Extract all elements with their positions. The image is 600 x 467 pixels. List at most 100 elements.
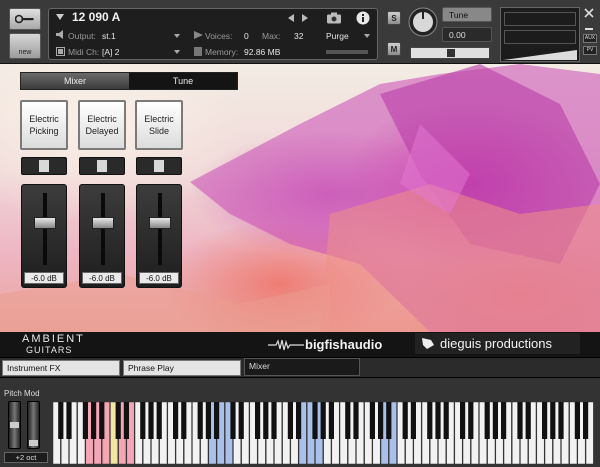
channel-pan-slider[interactable] (79, 157, 125, 175)
dropdown-arrow-icon[interactable] (56, 14, 64, 20)
black-key[interactable] (205, 402, 211, 439)
channel-fader[interactable]: -6.0 dB (136, 184, 182, 288)
black-key[interactable] (501, 402, 507, 439)
black-key[interactable] (484, 402, 490, 439)
black-key[interactable] (492, 402, 498, 439)
new-button[interactable]: new (9, 33, 41, 59)
purge-menu[interactable]: Purge (326, 31, 349, 41)
black-key[interactable] (173, 402, 179, 439)
tab-mixer-script[interactable]: Mixer (244, 358, 360, 376)
channel-db-value[interactable]: -6.0 dB (82, 272, 122, 284)
channel-fader[interactable]: -6.0 dB (21, 184, 67, 288)
aux-button[interactable]: AUX (583, 34, 597, 43)
black-key[interactable] (148, 402, 154, 439)
pan-slider[interactable] (410, 47, 490, 59)
fader-handle[interactable] (149, 217, 171, 229)
pan-handle[interactable] (154, 160, 164, 172)
black-key[interactable] (402, 402, 408, 439)
black-key[interactable] (558, 402, 564, 439)
previous-instrument-icon[interactable] (288, 14, 294, 22)
fader-handle[interactable] (92, 217, 114, 229)
black-key[interactable] (91, 402, 97, 439)
black-key[interactable] (443, 402, 449, 439)
black-key[interactable] (386, 402, 392, 439)
black-key[interactable] (574, 402, 580, 439)
pv-button[interactable]: PV (583, 46, 597, 55)
black-key[interactable] (140, 402, 146, 439)
black-key[interactable] (550, 402, 556, 439)
black-key[interactable] (156, 402, 162, 439)
black-key[interactable] (525, 402, 531, 439)
black-key[interactable] (58, 402, 64, 439)
minimize-icon[interactable] (585, 24, 593, 30)
black-key[interactable] (255, 402, 261, 439)
next-instrument-icon[interactable] (302, 14, 308, 22)
black-key[interactable] (296, 402, 302, 439)
black-key[interactable] (66, 402, 72, 439)
tab-tune[interactable]: Tune (129, 73, 237, 89)
black-key[interactable] (320, 402, 326, 439)
channel-db-value[interactable]: -6.0 dB (139, 272, 179, 284)
black-key[interactable] (312, 402, 318, 439)
info-icon[interactable] (356, 11, 370, 25)
close-icon[interactable] (584, 8, 594, 18)
black-key[interactable] (271, 402, 277, 439)
black-key[interactable] (369, 402, 375, 439)
midi-channel-value[interactable]: [A] 2 (102, 47, 119, 57)
tune-value-box[interactable]: 0.00 (442, 27, 492, 42)
black-key[interactable] (287, 402, 293, 439)
pan-handle[interactable] (39, 160, 49, 172)
tab-mixer[interactable]: Mixer (21, 73, 129, 89)
wrench-button[interactable] (9, 8, 41, 30)
black-key[interactable] (181, 402, 187, 439)
solo-button[interactable]: S (387, 11, 401, 25)
black-key[interactable] (583, 402, 589, 439)
black-key[interactable] (460, 402, 466, 439)
black-key[interactable] (410, 402, 416, 439)
output-value[interactable]: st.1 (102, 31, 116, 41)
pan-slider-handle[interactable] (447, 49, 455, 57)
pan-handle[interactable] (97, 160, 107, 172)
black-key[interactable] (468, 402, 474, 439)
channel-electric-slide-button[interactable]: Electric Slide (135, 100, 183, 150)
output-dropdown-icon[interactable] (174, 34, 180, 38)
octave-shift-selector[interactable]: +2 oct (4, 452, 48, 463)
tab-instrument-fx[interactable]: Instrument FX (2, 360, 120, 376)
channel-fader[interactable]: -6.0 dB (79, 184, 125, 288)
max-voices-value[interactable]: 32 (294, 31, 303, 41)
black-key[interactable] (353, 402, 359, 439)
black-key[interactable] (378, 402, 384, 439)
instrument-name[interactable]: 12 090 A (72, 10, 120, 24)
black-key[interactable] (435, 402, 441, 439)
channel-pan-slider[interactable] (21, 157, 67, 175)
volume-slider[interactable] (503, 48, 577, 60)
black-key[interactable] (542, 402, 548, 439)
fader-handle[interactable] (34, 217, 56, 229)
black-key[interactable] (214, 402, 220, 439)
black-key[interactable] (123, 402, 129, 439)
black-key[interactable] (197, 402, 203, 439)
black-key[interactable] (345, 402, 351, 439)
black-key[interactable] (115, 402, 121, 439)
tune-knob[interactable] (408, 7, 438, 37)
channel-pan-slider[interactable] (136, 157, 182, 175)
purge-dropdown-icon[interactable] (364, 34, 370, 38)
black-key[interactable] (328, 402, 334, 439)
black-key[interactable] (82, 402, 88, 439)
black-key[interactable] (427, 402, 433, 439)
channel-electric-picking-button[interactable]: Electric Picking (20, 100, 68, 150)
tab-phrase-play[interactable]: Phrase Play (123, 360, 241, 376)
midi-dropdown-icon[interactable] (174, 50, 180, 54)
channel-db-value[interactable]: -6.0 dB (24, 272, 64, 284)
piano-keyboard[interactable] (53, 402, 595, 464)
camera-icon[interactable] (326, 12, 342, 24)
pitch-wheel[interactable] (8, 401, 21, 449)
black-key[interactable] (263, 402, 269, 439)
mod-wheel[interactable] (27, 401, 40, 449)
channel-electric-delayed-button[interactable]: Electric Delayed (78, 100, 126, 150)
black-key[interactable] (517, 402, 523, 439)
black-key[interactable] (230, 402, 236, 439)
black-key[interactable] (238, 402, 244, 439)
mute-button[interactable]: M (387, 42, 401, 56)
black-key[interactable] (99, 402, 105, 439)
